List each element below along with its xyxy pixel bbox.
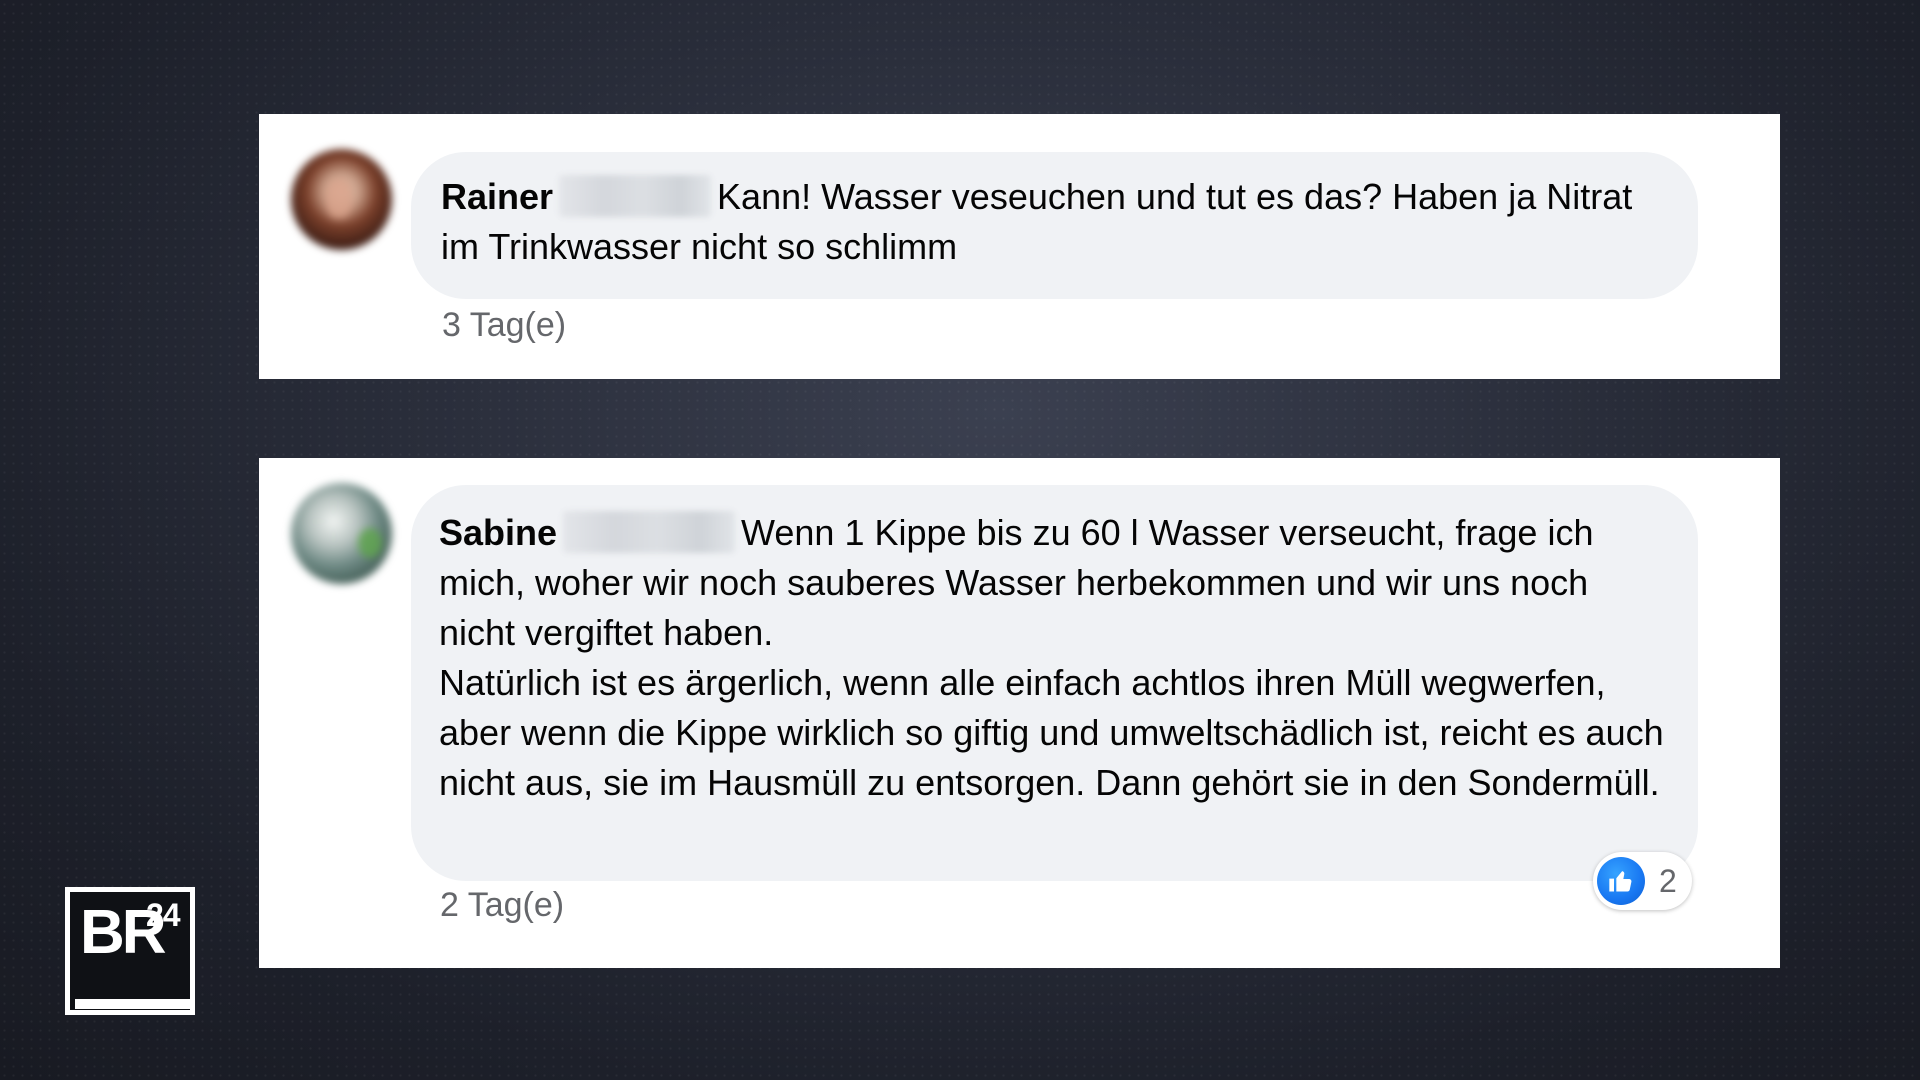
comment-timestamp[interactable]: 3 Tag(e) bbox=[442, 306, 566, 345]
comment-bubble: Sabine Wenn 1 Kippe bis zu 60 l Wasser ve… bbox=[411, 485, 1698, 881]
blurred-surname bbox=[563, 511, 736, 553]
avatar[interactable] bbox=[291, 483, 392, 584]
logo-background: BR 24 bbox=[70, 892, 191, 1010]
comment-card: Sabine Wenn 1 Kippe bis zu 60 l Wasser ve… bbox=[259, 458, 1780, 968]
logo-underline bbox=[75, 999, 191, 1009]
comment-bubble: Rainer Kann! Wasser veseuchen und tut es … bbox=[411, 152, 1698, 299]
comment-timestamp[interactable]: 2 Tag(e) bbox=[440, 886, 564, 925]
reaction-badge[interactable]: 2 bbox=[1593, 852, 1692, 910]
thumbs-up-icon bbox=[1597, 857, 1645, 905]
reaction-count: 2 bbox=[1659, 862, 1677, 899]
comment-author[interactable]: Sabine bbox=[439, 512, 557, 553]
br24-logo: BR 24 bbox=[65, 887, 195, 1015]
comment-card: Rainer Kann! Wasser veseuchen und tut es … bbox=[259, 114, 1780, 379]
avatar[interactable] bbox=[291, 149, 392, 250]
comment-text-paragraph-2: Natürlich ist es ärgerlich, wenn alle ei… bbox=[439, 662, 1664, 803]
blurred-surname bbox=[559, 175, 712, 217]
comment-author[interactable]: Rainer bbox=[441, 176, 553, 217]
logo-number: 24 bbox=[146, 897, 181, 933]
